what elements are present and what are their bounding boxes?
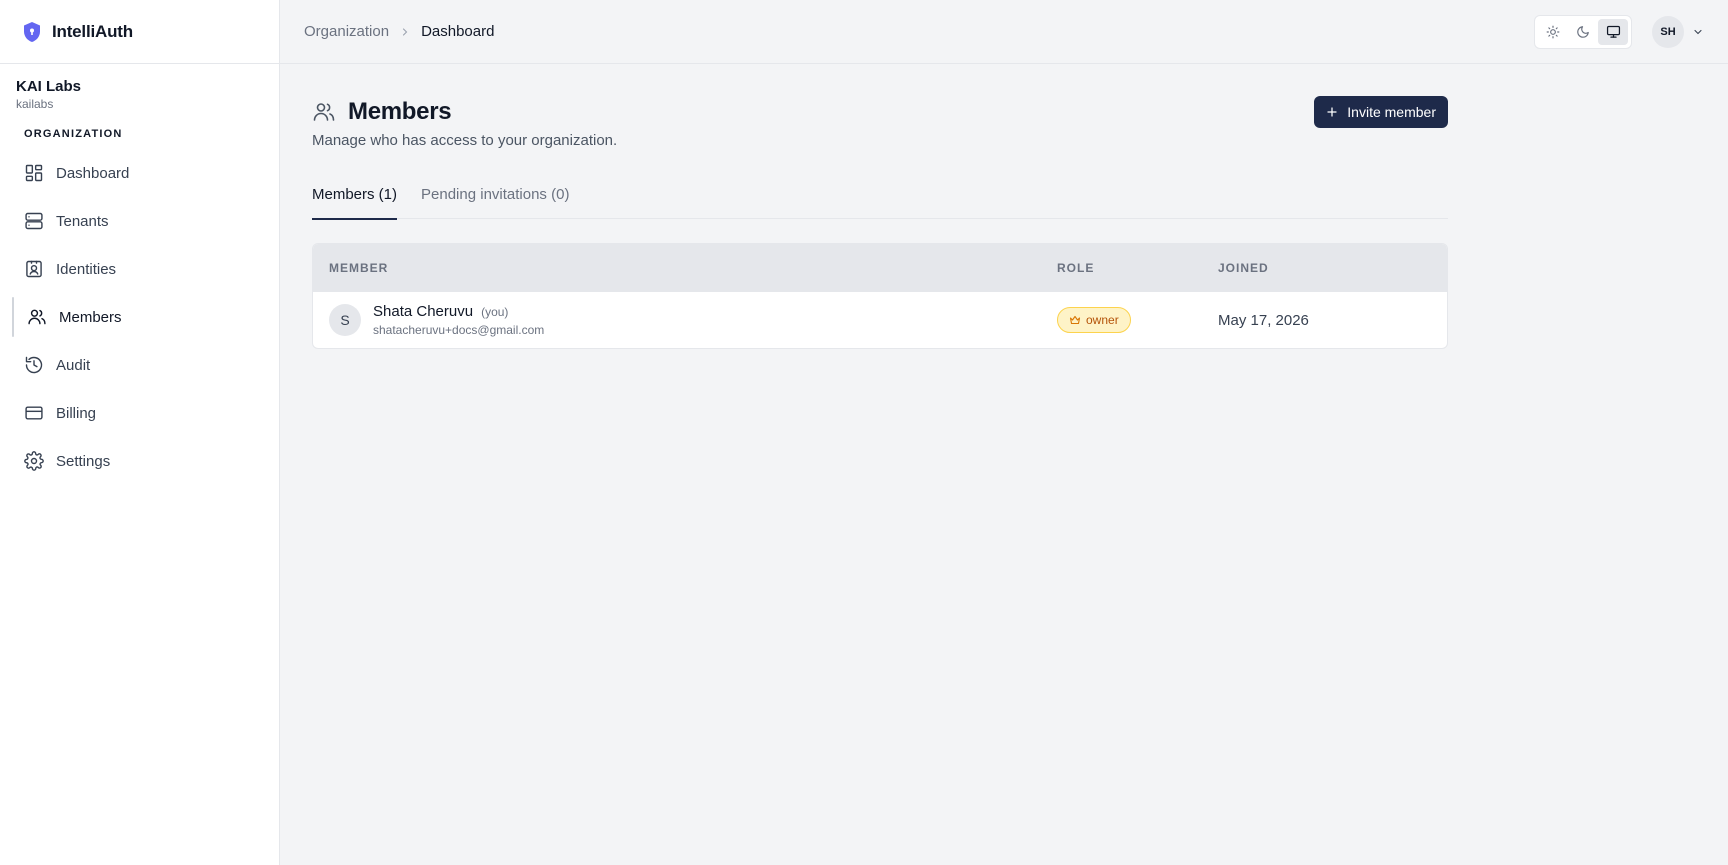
sidebar-item-label: Billing <box>56 404 97 422</box>
sidebar-item-billing[interactable]: Billing <box>12 391 267 435</box>
theme-system-button[interactable] <box>1598 18 1628 45</box>
sidebar: IntelliAuth KAI Labs kailabs ORGANIZATIO… <box>0 0 280 865</box>
sidebar-item-label: Dashboard <box>56 164 130 182</box>
chevron-right-icon <box>399 26 411 38</box>
table-row[interactable]: S Shata Cheruvu (you) shatacheruvu+docs@… <box>313 292 1447 348</box>
app-name: IntelliAuth <box>52 21 133 41</box>
breadcrumb-organization[interactable]: Organization <box>304 23 389 40</box>
brand[interactable]: IntelliAuth <box>0 0 279 64</box>
invite-member-label: Invite member <box>1347 104 1436 120</box>
server-icon <box>24 211 44 231</box>
member-name: Shata Cheruvu <box>373 303 474 320</box>
status-badge: owner <box>1057 307 1131 333</box>
sidebar-item-label: Audit <box>56 356 91 374</box>
title-row: Members <box>312 98 1448 126</box>
joined-date: May 17, 2026 <box>1218 311 1309 329</box>
id-badge-icon <box>24 259 44 279</box>
breadcrumb-current: Dashboard <box>421 23 495 40</box>
page-title: Members <box>348 98 452 125</box>
members-table: MEMBER ROLE JOINED S Shata Cheruvu (you)… <box>312 243 1448 349</box>
sidebar-section-label: ORGANIZATION <box>24 128 123 140</box>
you-tag: (you) <box>481 305 509 319</box>
sidebar-item-settings[interactable]: Settings <box>12 439 267 483</box>
column-header-role: ROLE <box>1057 260 1095 275</box>
member-info: Shata Cheruvu (you) shatacheruvu+docs@gm… <box>373 303 544 337</box>
role-cell: owner <box>1057 307 1218 333</box>
moon-icon <box>1576 25 1590 39</box>
theme-light-button[interactable] <box>1538 19 1568 45</box>
avatar: SH <box>1652 15 1684 48</box>
sidebar-item-label: Identities <box>56 260 117 278</box>
theme-toggle <box>1534 14 1632 49</box>
sidebar-item-identities[interactable]: Identities <box>12 247 267 291</box>
invite-member-button[interactable]: Invite member <box>1314 96 1448 128</box>
member-email: shatacheruvu+docs@gmail.com <box>373 323 545 337</box>
sidebar-item-members[interactable]: Members <box>12 295 267 339</box>
org-slug: kailabs <box>16 97 54 111</box>
column-header-joined: JOINED <box>1218 260 1269 275</box>
role-label: owner <box>1086 313 1119 327</box>
page-description: Manage who has access to your organizati… <box>312 132 618 149</box>
sidebar-item-audit[interactable]: Audit <box>12 343 267 387</box>
sun-icon <box>1546 25 1560 39</box>
member-name-line: Shata Cheruvu (you) <box>373 303 544 320</box>
user-menu[interactable]: SH <box>1652 15 1704 48</box>
shield-logo-icon <box>22 21 42 43</box>
member-cell: S Shata Cheruvu (you) shatacheruvu+docs@… <box>313 303 1057 337</box>
gear-icon <box>24 451 44 471</box>
history-icon <box>24 355 44 375</box>
users-icon <box>312 100 336 124</box>
tab-pending-invitations[interactable]: Pending invitations (0) <box>421 186 569 219</box>
breadcrumb: Organization Dashboard <box>304 23 494 40</box>
tab-members[interactable]: Members (1) <box>312 186 398 220</box>
org-name: KAI Labs <box>16 78 82 95</box>
sidebar-item-label: Tenants <box>56 212 109 230</box>
sidebar-nav: Dashboard Tenants Identities Members Aud… <box>0 151 279 483</box>
dashboard-icon <box>24 163 44 183</box>
plus-icon <box>1326 106 1338 118</box>
topbar: Organization Dashboard SH <box>280 0 1728 64</box>
org-switcher[interactable]: KAI Labs kailabs <box>0 64 279 111</box>
monitor-icon <box>1606 24 1621 39</box>
sidebar-item-tenants[interactable]: Tenants <box>12 199 267 243</box>
theme-dark-button[interactable] <box>1568 19 1598 45</box>
chevron-down-icon <box>1692 26 1704 38</box>
sidebar-item-label: Settings <box>56 452 111 470</box>
crown-icon <box>1069 314 1081 326</box>
users-icon <box>27 307 47 327</box>
avatar: S <box>329 304 361 336</box>
table-header: MEMBER ROLE JOINED <box>313 244 1447 292</box>
main-content: Members Manage who has access to your or… <box>312 64 1448 349</box>
sidebar-item-label: Members <box>59 308 122 326</box>
tabs: Members (1) Pending invitations (0) <box>312 186 1448 220</box>
credit-card-icon <box>24 403 44 423</box>
column-header-member: MEMBER <box>329 260 389 275</box>
header-actions: SH <box>1534 14 1704 49</box>
page-header: Members Manage who has access to your or… <box>312 64 1448 186</box>
sidebar-item-dashboard[interactable]: Dashboard <box>12 151 267 195</box>
